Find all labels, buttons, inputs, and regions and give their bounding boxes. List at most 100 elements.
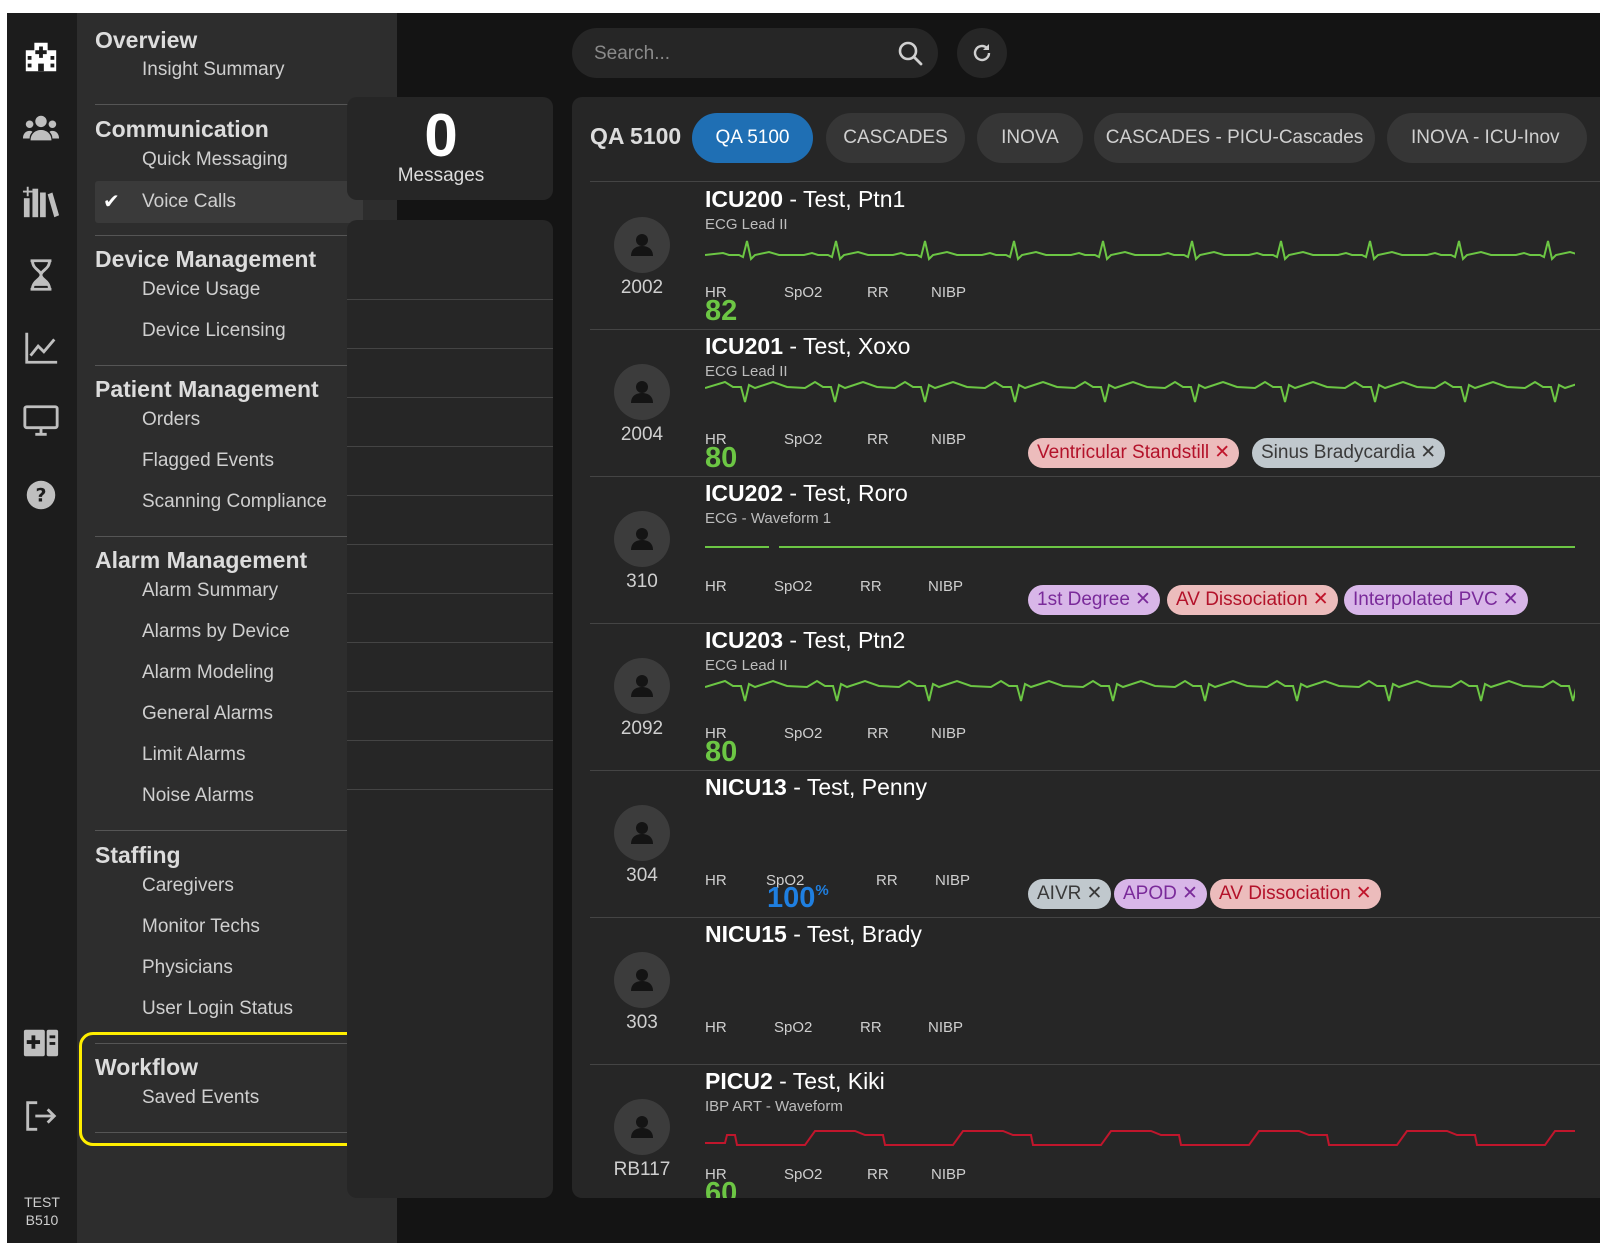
- nav-item-voice-calls[interactable]: ✔ Voice Calls: [95, 181, 363, 223]
- patient-row[interactable]: 304 NICU13 - Test, Penny HR SpO2 RR NIBP…: [590, 771, 1600, 918]
- nav-item-alarm-summary[interactable]: Alarm Summary: [95, 570, 363, 612]
- close-icon[interactable]: ✕: [1182, 879, 1198, 909]
- nibp-label: NIBP: [931, 725, 967, 742]
- close-icon[interactable]: ✕: [1503, 585, 1519, 615]
- hr-value: 80: [705, 736, 738, 768]
- patient-label: - Test, Brady: [786, 921, 922, 947]
- list-divider: [347, 789, 553, 790]
- alarm-chip-label: APOD: [1123, 883, 1177, 904]
- hr-label: HR: [705, 578, 727, 595]
- patient-name: ICU203 - Test, Ptn2: [705, 627, 905, 654]
- nav-item-scanning-compliance[interactable]: Scanning Compliance: [95, 481, 363, 523]
- tab-inova[interactable]: INOVA: [977, 113, 1083, 163]
- patient-row[interactable]: RB117 PICU2 - Test, Kiki IBP ART - Wavef…: [590, 1065, 1600, 1198]
- nibp-label: NIBP: [931, 1166, 967, 1183]
- nav-item-alarms-by-device[interactable]: Alarms by Device: [95, 611, 363, 653]
- list-divider: [347, 397, 553, 398]
- patient-label: - Test, Kiki: [772, 1068, 885, 1094]
- hospital-icon[interactable]: [20, 35, 62, 77]
- user-label: TEST B510: [24, 1194, 60, 1228]
- list-panel: [347, 220, 553, 1198]
- spo2-unit: %: [815, 882, 829, 899]
- patient-label: - Test, Roro: [782, 480, 908, 506]
- rr-label: RR: [867, 431, 889, 448]
- alarm-chip[interactable]: 1st Degree ✕: [1028, 585, 1160, 615]
- avatar: [614, 217, 670, 273]
- nav-item-noise-alarms[interactable]: Noise Alarms: [95, 775, 363, 817]
- tab-cascades-picu[interactable]: CASCADES - PICU-Cascades: [1094, 113, 1375, 163]
- alarm-chip[interactable]: AIVR ✕: [1028, 879, 1112, 909]
- hourglass-icon[interactable]: [20, 254, 62, 296]
- list-divider: [347, 544, 553, 545]
- alarm-chip[interactable]: Interpolated PVC ✕: [1344, 585, 1528, 615]
- nav-item-general-alarms[interactable]: General Alarms: [95, 693, 363, 735]
- tab-qa-5100[interactable]: QA 5100: [692, 113, 813, 163]
- nav-item-alarm-modeling[interactable]: Alarm Modeling: [95, 652, 363, 694]
- list-divider: [347, 495, 553, 496]
- search-icon[interactable]: [896, 39, 924, 67]
- nav-item-insight-summary[interactable]: Insight Summary: [95, 49, 363, 91]
- close-icon[interactable]: ✕: [1313, 585, 1329, 615]
- tab-inova-icu[interactable]: INOVA - ICU-Inov: [1387, 113, 1587, 163]
- help-icon[interactable]: ?: [20, 474, 62, 516]
- close-icon[interactable]: ✕: [1356, 879, 1372, 909]
- patient-board-icon[interactable]: [20, 1022, 62, 1064]
- spo2-label: SpO2: [774, 1019, 813, 1036]
- ecg-waveform: [705, 380, 1575, 403]
- alarm-chip[interactable]: Ventricular Standstill ✕: [1028, 438, 1240, 468]
- patient-row[interactable]: 2002 ICU200 - Test, Ptn1 ECG Lead II HR …: [590, 183, 1600, 330]
- nav-item-saved-events[interactable]: Saved Events: [95, 1077, 363, 1119]
- chart-icon[interactable]: [20, 327, 62, 369]
- list-divider: [347, 740, 553, 741]
- alarm-chip[interactable]: AV Dissociation ✕: [1167, 585, 1338, 615]
- nav-item-caregivers[interactable]: Caregivers: [95, 865, 363, 907]
- nav-divider: [95, 235, 363, 236]
- alarm-chip[interactable]: Sinus Bradycardia ✕: [1252, 438, 1446, 468]
- nibp-label: NIBP: [931, 431, 967, 448]
- close-icon[interactable]: ✕: [1135, 585, 1151, 615]
- patient-name: PICU2 - Test, Kiki: [705, 1068, 885, 1095]
- nav-item-quick-messaging[interactable]: Quick Messaging: [95, 139, 363, 181]
- spo2-label: SpO2: [784, 431, 823, 448]
- nav-section-staffing: Staffing Caregivers Monitor Techs Physic…: [95, 840, 363, 1019]
- close-icon[interactable]: ✕: [1086, 879, 1102, 909]
- spo2-label: SpO2: [774, 578, 813, 595]
- nav-item-monitor-techs[interactable]: Monitor Techs: [95, 906, 363, 948]
- messages-card[interactable]: 0 Messages: [347, 97, 553, 200]
- rr-label: RR: [876, 872, 898, 889]
- nav-item-device-usage[interactable]: Device Usage: [95, 269, 363, 311]
- nav-item-device-licensing[interactable]: Device Licensing: [95, 310, 363, 352]
- logout-icon[interactable]: [20, 1095, 62, 1137]
- library-icon[interactable]: [20, 181, 62, 223]
- alarm-chip[interactable]: APOD ✕: [1114, 879, 1207, 909]
- nav-item-user-login-status[interactable]: User Login Status: [95, 988, 363, 1030]
- tab-cascades[interactable]: CASCADES: [826, 113, 965, 163]
- bed-id: NICU13: [705, 774, 787, 800]
- nav-item-orders[interactable]: Orders: [95, 399, 363, 441]
- avatar: [614, 364, 670, 420]
- messages-label: Messages: [397, 165, 485, 186]
- ecg-waveform: [705, 240, 1575, 261]
- patient-row[interactable]: 310 ICU202 - Test, Roro ECG - Waveform 1…: [590, 477, 1600, 624]
- nav-item-physicians[interactable]: Physicians: [95, 947, 363, 989]
- patient-row[interactable]: 2004 ICU201 - Test, Xoxo ECG Lead II HR …: [590, 330, 1600, 477]
- ecg-waveform: [705, 679, 1575, 702]
- refresh-button[interactable]: [957, 28, 1007, 78]
- users-icon[interactable]: [20, 108, 62, 150]
- nav-item-limit-alarms[interactable]: Limit Alarms: [95, 734, 363, 776]
- search-box: [572, 28, 938, 80]
- nav-divider: [95, 536, 363, 537]
- patient-row[interactable]: 303 NICU15 - Test, Brady HR SpO2 RR NIBP: [590, 918, 1600, 1065]
- rr-label: RR: [867, 1166, 889, 1183]
- search-input[interactable]: [592, 28, 886, 80]
- patient-row[interactable]: 2092 ICU203 - Test, Ptn2 ECG Lead II HR …: [590, 624, 1600, 771]
- hr-value: 80: [705, 442, 738, 474]
- alarm-chip[interactable]: AV Dissociation ✕: [1210, 879, 1381, 909]
- close-icon[interactable]: ✕: [1214, 438, 1230, 468]
- monitor-icon[interactable]: [20, 400, 62, 442]
- bed-id: ICU202: [705, 480, 783, 506]
- monitor-number: 303: [626, 1012, 658, 1033]
- nav-item-flagged-events[interactable]: Flagged Events: [95, 440, 363, 482]
- patient-name: ICU200 - Test, Ptn1: [705, 186, 905, 213]
- close-icon[interactable]: ✕: [1420, 438, 1436, 468]
